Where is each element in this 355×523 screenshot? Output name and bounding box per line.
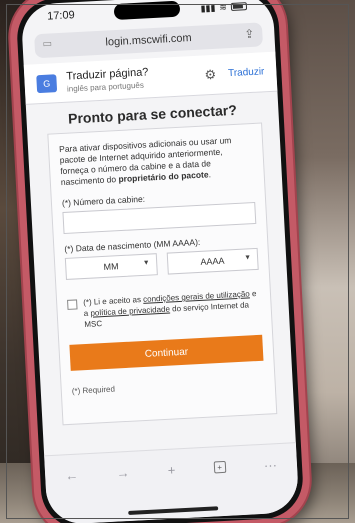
cabin-number-input[interactable]: [62, 201, 257, 235]
browser-toolbar: ← → + + ···: [44, 442, 300, 523]
new-tab-icon[interactable]: +: [167, 462, 175, 477]
intro-text-end: .: [208, 169, 212, 180]
intro-text: Para ativar dispositivos adicionais ou u…: [59, 134, 254, 188]
translate-text: Traduzir página? inglês para português: [66, 63, 205, 93]
month-select[interactable]: MM ▼: [64, 253, 158, 280]
terms-row: (*) Li e aceito as condições gerais de u…: [67, 288, 261, 331]
home-indicator: [128, 506, 219, 516]
back-icon[interactable]: ←: [65, 467, 79, 483]
battery-icon: [230, 2, 248, 11]
forward-icon[interactable]: →: [116, 464, 130, 480]
phone-screen: 17:09 ▮▮▮ ≋ ▭ login.mscwifi.com ⇪ G Trad…: [20, 0, 300, 523]
translate-button[interactable]: Traduzir: [228, 66, 265, 79]
page-settings-icon[interactable]: ▭: [42, 38, 57, 53]
toolbar-top: ← → + + ···: [65, 454, 278, 485]
year-select[interactable]: AAAA ▼: [166, 247, 259, 275]
share-icon[interactable]: ⇪: [244, 27, 255, 42]
chevron-down-icon: ▼: [243, 254, 252, 262]
status-icons: ▮▮▮ ≋: [200, 1, 248, 14]
translate-banner: G Traduzir página? inglês para português…: [23, 51, 278, 105]
more-icon[interactable]: ···: [264, 457, 278, 473]
month-value: MM: [103, 261, 119, 272]
required-note: (*) Required: [71, 384, 116, 396]
translate-icon: G: [36, 73, 58, 93]
url-text[interactable]: login.mscwifi.com: [105, 32, 192, 48]
phone: 17:09 ▮▮▮ ≋ ▭ login.mscwifi.com ⇪ G Trad…: [7, 0, 313, 523]
gear-icon[interactable]: ⚙: [204, 66, 216, 83]
wifi-icon: ≋: [219, 1, 228, 13]
dob-row: MM ▼ AAAA ▼: [64, 247, 259, 280]
terms-prefix: (*) Li e aceito as: [82, 294, 144, 308]
status-time: 17:09: [46, 9, 75, 23]
login-form: Para ativar dispositivos adicionais ou u…: [47, 122, 278, 426]
continue-button[interactable]: Continuar: [69, 334, 264, 371]
chevron-down-icon: ▼: [142, 259, 150, 267]
year-value: AAAA: [200, 255, 225, 267]
tabs-icon[interactable]: +: [213, 460, 226, 474]
terms-checkbox[interactable]: [67, 299, 78, 310]
phone-bezel: 17:09 ▮▮▮ ≋ ▭ login.mscwifi.com ⇪ G Trad…: [15, 0, 305, 523]
terms-text: (*) Li e aceito as condições gerais de u…: [83, 288, 261, 330]
privacy-policy-link[interactable]: política de privacidade: [90, 305, 170, 318]
signal-icon: ▮▮▮: [200, 2, 216, 14]
